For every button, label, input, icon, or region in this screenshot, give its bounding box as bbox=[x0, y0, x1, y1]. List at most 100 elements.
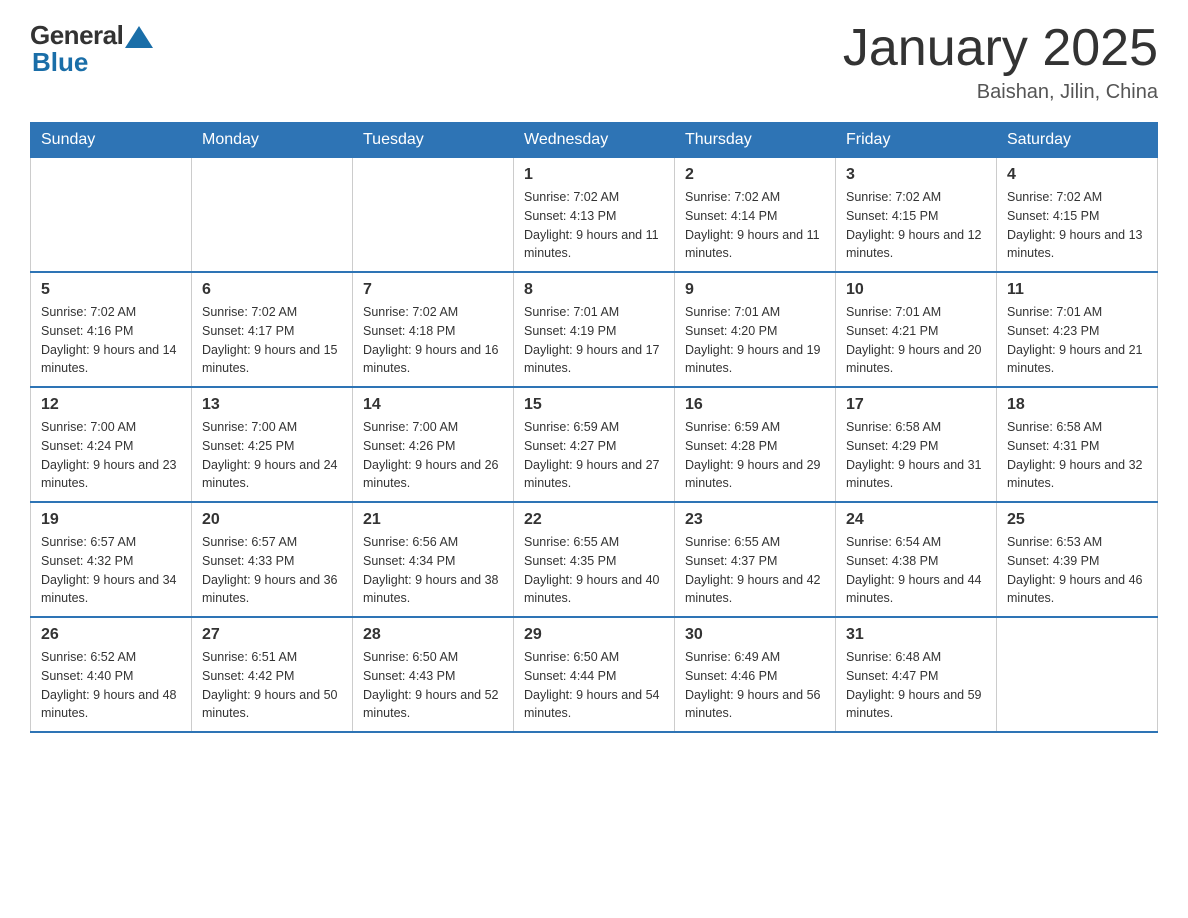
logo-blue-text: Blue bbox=[32, 47, 88, 77]
calendar-cell bbox=[997, 617, 1158, 732]
calendar-cell: 18Sunrise: 6:58 AMSunset: 4:31 PMDayligh… bbox=[997, 387, 1158, 502]
day-info: Sunrise: 6:58 AMSunset: 4:31 PMDaylight:… bbox=[1007, 418, 1147, 493]
day-number: 4 bbox=[1007, 166, 1147, 184]
header-row: SundayMondayTuesdayWednesdayThursdayFrid… bbox=[31, 123, 1158, 158]
day-number: 29 bbox=[524, 626, 664, 644]
calendar-cell: 3 Sunrise: 7:02 AMSunset: 4:15 PMDaylight… bbox=[836, 158, 997, 273]
calendar-cell: 24 Sunrise: 6:54 AMSunset: 4:38 PMDayligh… bbox=[836, 502, 997, 617]
day-number: 28 bbox=[363, 626, 503, 644]
header-day-monday: Monday bbox=[192, 123, 353, 158]
day-number: 30 bbox=[685, 626, 825, 644]
calendar-cell: 7 Sunrise: 7:02 AMSunset: 4:18 PMDaylight… bbox=[353, 272, 514, 387]
header-day-wednesday: Wednesday bbox=[514, 123, 675, 158]
month-year-title: January 2025 bbox=[843, 20, 1158, 77]
day-number: 16 bbox=[685, 396, 825, 414]
calendar-cell bbox=[192, 158, 353, 273]
day-info: Sunrise: 6:58 AMSunset: 4:29 PMDaylight:… bbox=[846, 418, 986, 493]
calendar-cell: 12Sunrise: 7:00 AMSunset: 4:24 PMDayligh… bbox=[31, 387, 192, 502]
day-info: Sunrise: 7:02 AMSunset: 4:16 PMDaylight:… bbox=[41, 303, 181, 378]
day-number: 3 bbox=[846, 166, 986, 184]
day-info: Sunrise: 7:02 AMSunset: 4:18 PMDaylight:… bbox=[363, 303, 503, 378]
calendar-cell: 1Sunrise: 7:02 AMSunset: 4:13 PMDaylight… bbox=[514, 158, 675, 273]
day-info: Sunrise: 6:54 AMSunset: 4:38 PMDaylight:… bbox=[846, 533, 986, 608]
day-info: Sunrise: 7:01 AMSunset: 4:19 PMDaylight:… bbox=[524, 303, 664, 378]
header-day-sunday: Sunday bbox=[31, 123, 192, 158]
calendar-cell: 21 Sunrise: 6:56 AMSunset: 4:34 PMDayligh… bbox=[353, 502, 514, 617]
day-info: Sunrise: 6:48 AMSunset: 4:47 PMDaylight:… bbox=[846, 648, 986, 723]
day-info: Sunrise: 6:55 AMSunset: 4:35 PMDaylight:… bbox=[524, 533, 664, 608]
day-info: Sunrise: 6:49 AMSunset: 4:46 PMDaylight:… bbox=[685, 648, 825, 723]
day-info: Sunrise: 7:01 AMSunset: 4:23 PMDaylight:… bbox=[1007, 303, 1147, 378]
day-number: 22 bbox=[524, 511, 664, 529]
day-info: Sunrise: 6:56 AMSunset: 4:34 PMDaylight:… bbox=[363, 533, 503, 608]
calendar-week-2: 5 Sunrise: 7:02 AMSunset: 4:16 PMDaylight… bbox=[31, 272, 1158, 387]
logo-triangle-icon bbox=[125, 26, 153, 48]
day-number: 7 bbox=[363, 281, 503, 299]
calendar-cell bbox=[353, 158, 514, 273]
day-number: 21 bbox=[363, 511, 503, 529]
day-number: 14 bbox=[363, 396, 503, 414]
day-info: Sunrise: 6:53 AMSunset: 4:39 PMDaylight:… bbox=[1007, 533, 1147, 608]
header-day-tuesday: Tuesday bbox=[353, 123, 514, 158]
day-info: Sunrise: 7:01 AMSunset: 4:21 PMDaylight:… bbox=[846, 303, 986, 378]
day-number: 2 bbox=[685, 166, 825, 184]
day-info: Sunrise: 7:02 AMSunset: 4:15 PMDaylight:… bbox=[1007, 188, 1147, 263]
day-number: 1 bbox=[524, 166, 664, 184]
day-info: Sunrise: 6:50 AMSunset: 4:44 PMDaylight:… bbox=[524, 648, 664, 723]
day-number: 27 bbox=[202, 626, 342, 644]
calendar-cell: 8Sunrise: 7:01 AMSunset: 4:19 PMDaylight… bbox=[514, 272, 675, 387]
day-info: Sunrise: 6:52 AMSunset: 4:40 PMDaylight:… bbox=[41, 648, 181, 723]
calendar-cell: 9 Sunrise: 7:01 AMSunset: 4:20 PMDaylight… bbox=[675, 272, 836, 387]
day-info: Sunrise: 6:59 AMSunset: 4:27 PMDaylight:… bbox=[524, 418, 664, 493]
day-number: 26 bbox=[41, 626, 181, 644]
day-info: Sunrise: 7:01 AMSunset: 4:20 PMDaylight:… bbox=[685, 303, 825, 378]
day-number: 24 bbox=[846, 511, 986, 529]
calendar-cell: 2Sunrise: 7:02 AMSunset: 4:14 PMDaylight… bbox=[675, 158, 836, 273]
calendar-week-5: 26 Sunrise: 6:52 AMSunset: 4:40 PMDayligh… bbox=[31, 617, 1158, 732]
calendar-cell: 14 Sunrise: 7:00 AMSunset: 4:26 PMDayligh… bbox=[353, 387, 514, 502]
day-info: Sunrise: 6:57 AMSunset: 4:32 PMDaylight:… bbox=[41, 533, 181, 608]
calendar-cell bbox=[31, 158, 192, 273]
day-number: 5 bbox=[41, 281, 181, 299]
calendar-cell: 31 Sunrise: 6:48 AMSunset: 4:47 PMDayligh… bbox=[836, 617, 997, 732]
header-day-friday: Friday bbox=[836, 123, 997, 158]
calendar-week-3: 12Sunrise: 7:00 AMSunset: 4:24 PMDayligh… bbox=[31, 387, 1158, 502]
day-number: 12 bbox=[41, 396, 181, 414]
calendar-cell: 11 Sunrise: 7:01 AMSunset: 4:23 PMDayligh… bbox=[997, 272, 1158, 387]
location-subtitle: Baishan, Jilin, China bbox=[843, 81, 1158, 104]
day-info: Sunrise: 7:00 AMSunset: 4:25 PMDaylight:… bbox=[202, 418, 342, 493]
day-number: 17 bbox=[846, 396, 986, 414]
calendar-cell: 22 Sunrise: 6:55 AMSunset: 4:35 PMDayligh… bbox=[514, 502, 675, 617]
logo: General Blue bbox=[30, 20, 153, 78]
calendar-cell: 4 Sunrise: 7:02 AMSunset: 4:15 PMDaylight… bbox=[997, 158, 1158, 273]
calendar-body: 1Sunrise: 7:02 AMSunset: 4:13 PMDaylight… bbox=[31, 158, 1158, 733]
day-info: Sunrise: 6:57 AMSunset: 4:33 PMDaylight:… bbox=[202, 533, 342, 608]
calendar-cell: 10 Sunrise: 7:01 AMSunset: 4:21 PMDayligh… bbox=[836, 272, 997, 387]
day-info: Sunrise: 6:51 AMSunset: 4:42 PMDaylight:… bbox=[202, 648, 342, 723]
header-day-saturday: Saturday bbox=[997, 123, 1158, 158]
calendar-cell: 29 Sunrise: 6:50 AMSunset: 4:44 PMDayligh… bbox=[514, 617, 675, 732]
day-number: 9 bbox=[685, 281, 825, 299]
day-number: 31 bbox=[846, 626, 986, 644]
day-number: 11 bbox=[1007, 281, 1147, 299]
day-info: Sunrise: 7:00 AMSunset: 4:26 PMDaylight:… bbox=[363, 418, 503, 493]
calendar-week-1: 1Sunrise: 7:02 AMSunset: 4:13 PMDaylight… bbox=[31, 158, 1158, 273]
day-number: 23 bbox=[685, 511, 825, 529]
day-number: 6 bbox=[202, 281, 342, 299]
calendar-cell: 15 Sunrise: 6:59 AMSunset: 4:27 PMDayligh… bbox=[514, 387, 675, 502]
day-number: 13 bbox=[202, 396, 342, 414]
calendar-cell: 17 Sunrise: 6:58 AMSunset: 4:29 PMDayligh… bbox=[836, 387, 997, 502]
day-info: Sunrise: 7:02 AMSunset: 4:15 PMDaylight:… bbox=[846, 188, 986, 263]
day-number: 15 bbox=[524, 396, 664, 414]
day-number: 20 bbox=[202, 511, 342, 529]
day-info: Sunrise: 7:02 AMSunset: 4:17 PMDaylight:… bbox=[202, 303, 342, 378]
calendar-header: SundayMondayTuesdayWednesdayThursdayFrid… bbox=[31, 123, 1158, 158]
title-block: January 2025 Baishan, Jilin, China bbox=[843, 20, 1158, 104]
day-number: 25 bbox=[1007, 511, 1147, 529]
day-number: 10 bbox=[846, 281, 986, 299]
calendar-week-4: 19Sunrise: 6:57 AMSunset: 4:32 PMDayligh… bbox=[31, 502, 1158, 617]
day-info: Sunrise: 6:50 AMSunset: 4:43 PMDaylight:… bbox=[363, 648, 503, 723]
page-header: General Blue January 2025 Baishan, Jilin… bbox=[30, 20, 1158, 104]
calendar-cell: 30 Sunrise: 6:49 AMSunset: 4:46 PMDayligh… bbox=[675, 617, 836, 732]
calendar-table: SundayMondayTuesdayWednesdayThursdayFrid… bbox=[30, 122, 1158, 733]
